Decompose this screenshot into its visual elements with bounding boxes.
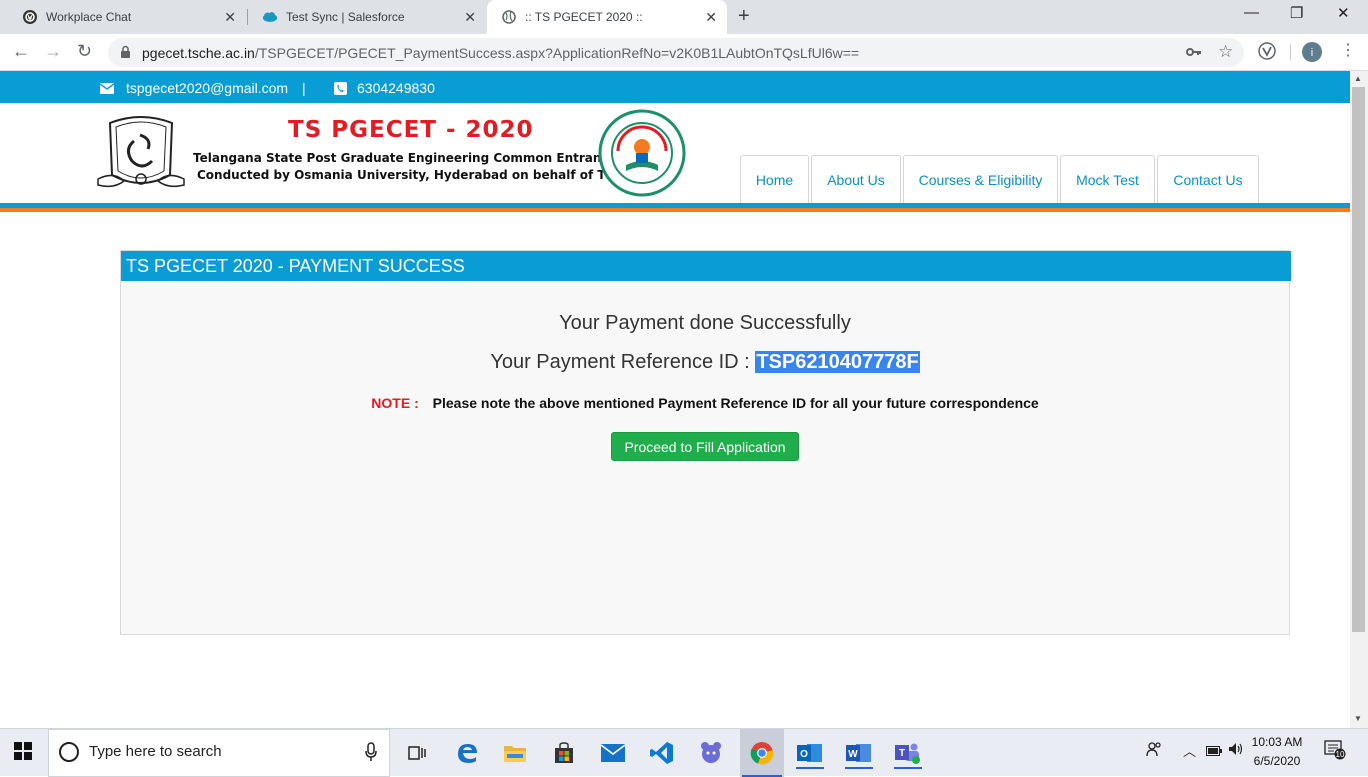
volume-icon[interactable] xyxy=(1228,741,1244,760)
contact-phone[interactable]: 6304249830 xyxy=(334,80,435,96)
task-view-icon[interactable] xyxy=(402,737,434,769)
back-arrow-icon[interactable]: ← xyxy=(12,41,30,62)
tab-title: :: TS PGECET 2020 :: xyxy=(525,10,643,24)
microphone-icon[interactable] xyxy=(365,742,377,767)
clock-date: 6/5/2020 xyxy=(1253,754,1301,768)
new-tab-icon[interactable]: + xyxy=(738,5,750,28)
url-text: pgecet.tsche.ac.in/TSPGECET/PGECET_Payme… xyxy=(142,45,859,61)
note-text: Please note the above mentioned Payment … xyxy=(432,395,1039,411)
close-icon[interactable]: ✕ xyxy=(224,9,236,26)
outlook-icon[interactable]: O xyxy=(794,737,826,769)
nav-home[interactable]: Home xyxy=(740,155,809,204)
svg-text:T: T xyxy=(899,748,905,759)
contact-separator: | xyxy=(302,80,306,96)
url-host: pgecet.tsche.ac.in xyxy=(142,45,255,61)
tab-title: Workplace Chat xyxy=(46,10,132,24)
contact-strip: tspgecet2020@gmail.com | 6304249830 xyxy=(0,71,1350,103)
salesforce-icon xyxy=(262,9,278,25)
search-placeholder: Type here to search xyxy=(89,743,222,760)
payment-success-message: Your Payment done Successfully xyxy=(559,312,851,334)
svg-text:W: W xyxy=(848,749,858,760)
running-app-indicator xyxy=(845,767,873,769)
phone-text: 6304249830 xyxy=(357,80,435,96)
tab-workplace-chat[interactable]: Workplace Chat ✕ xyxy=(8,0,246,34)
site-subtitle-conducted: Conducted by Osmania University, Hyderab… xyxy=(197,168,642,182)
toolbar-divider xyxy=(1290,44,1291,60)
file-explorer-icon[interactable] xyxy=(499,737,531,769)
tab-pgecet-active[interactable]: :: TS PGECET 2020 :: ✕ xyxy=(487,0,727,34)
globe-icon xyxy=(501,9,517,25)
reference-id[interactable]: TSP6210407778F xyxy=(755,351,920,373)
tab-title: Test Sync | Salesforce xyxy=(286,10,405,24)
clock-time: 10:03 AM xyxy=(1251,735,1303,749)
svg-text:O: O xyxy=(800,749,808,760)
header-divider-orange xyxy=(0,208,1350,212)
scroll-up-icon[interactable]: ▲ xyxy=(1354,74,1362,83)
site-subtitle: Telangana State Post Graduate Engineerin… xyxy=(193,151,649,165)
minimize-icon[interactable]: — xyxy=(1244,4,1259,21)
close-icon[interactable]: ✕ xyxy=(705,9,717,26)
osmania-university-logo[interactable] xyxy=(94,115,188,200)
vimeo-extension-icon[interactable] xyxy=(1258,42,1276,65)
nav-courses-eligibility[interactable]: Courses & Eligibility xyxy=(903,155,1058,204)
scroll-down-icon[interactable]: ▼ xyxy=(1354,714,1362,723)
running-app-indicator xyxy=(894,767,922,769)
workplace-icon xyxy=(22,9,38,25)
chrome-taskbar-icon[interactable] xyxy=(740,729,784,777)
reload-icon[interactable]: ↻ xyxy=(77,41,92,62)
show-hidden-icons-icon[interactable]: ︿ xyxy=(1183,741,1196,760)
lock-icon xyxy=(120,45,131,64)
mail-icon[interactable] xyxy=(597,737,629,769)
notification-count: 10 xyxy=(1335,750,1345,759)
nav-about-us[interactable]: About Us xyxy=(811,155,901,204)
nav-mock-test[interactable]: Mock Test xyxy=(1060,155,1155,204)
phone-icon xyxy=(334,81,347,95)
restore-icon[interactable]: ❐ xyxy=(1290,4,1303,22)
web-page: tspgecet2020@gmail.com | 6304249830 TS P… xyxy=(0,71,1350,728)
address-bar[interactable]: pgecet.tsche.ac.in/TSPGECET/PGECET_Payme… xyxy=(108,38,1244,67)
store-icon[interactable] xyxy=(548,737,580,769)
panel-heading: TS PGECET 2020 - PAYMENT SUCCESS xyxy=(121,251,1291,281)
vscode-icon[interactable] xyxy=(646,737,678,769)
close-icon[interactable]: ✕ xyxy=(464,9,476,26)
edge-icon[interactable] xyxy=(451,737,483,769)
app-bear-icon[interactable] xyxy=(695,737,727,769)
window-close-icon[interactable]: ✕ xyxy=(1337,4,1350,22)
battery-icon[interactable] xyxy=(1206,743,1222,759)
note-line: NOTE : Please note the above mentioned P… xyxy=(121,395,1289,411)
email-text: tspgecet2020@gmail.com xyxy=(126,80,289,96)
menu-dots-icon[interactable]: ⋮ xyxy=(1340,40,1356,60)
browser-tab-bar: Workplace Chat ✕ Test Sync | Salesforce … xyxy=(0,0,1368,34)
contact-email[interactable]: tspgecet2020@gmail.com xyxy=(100,80,288,96)
url-path: /TSPGECET/PGECET_PaymentSuccess.aspx?App… xyxy=(254,45,860,61)
envelope-icon xyxy=(100,82,114,94)
scrollbar-thumb[interactable] xyxy=(1352,87,1365,632)
people-icon[interactable] xyxy=(1146,741,1162,760)
reference-label: Your Payment Reference ID : xyxy=(490,351,750,373)
tab-salesforce[interactable]: Test Sync | Salesforce ✕ xyxy=(248,0,486,34)
site-title: TS PGECET - 2020 xyxy=(288,117,534,143)
profile-avatar-icon[interactable]: i xyxy=(1301,41,1323,68)
svg-text:i: i xyxy=(1311,47,1313,59)
browser-toolbar: ← → ↻ pgecet.tsche.ac.in/TSPGECET/PGECET… xyxy=(0,34,1368,71)
note-label: NOTE : xyxy=(371,395,419,411)
cortana-icon xyxy=(59,742,79,762)
payment-reference-line: Your Payment Reference ID : TSP621040777… xyxy=(121,351,1289,374)
forward-arrow-icon[interactable]: → xyxy=(44,41,62,62)
tsche-logo[interactable] xyxy=(598,109,686,202)
teams-icon[interactable]: T xyxy=(892,737,924,769)
star-icon[interactable]: ☆ xyxy=(1218,42,1233,62)
notification-center-icon[interactable]: 10 xyxy=(1324,740,1346,763)
word-icon[interactable]: W xyxy=(843,737,875,769)
proceed-to-fill-application-button[interactable]: Proceed to Fill Application xyxy=(611,432,799,461)
windows-taskbar: Type here to search O W T ︿ 10:03 AM 6/5… xyxy=(0,728,1368,777)
page-scrollbar[interactable]: ▲ ▼ xyxy=(1350,71,1368,728)
taskbar-search-box[interactable]: Type here to search xyxy=(48,729,390,777)
key-icon[interactable] xyxy=(1186,44,1202,61)
windows-start-icon[interactable] xyxy=(14,742,32,765)
running-app-indicator xyxy=(796,767,824,769)
payment-success-panel: TS PGECET 2020 - PAYMENT SUCCESS Your Pa… xyxy=(120,250,1291,635)
nav-contact-us[interactable]: Contact Us xyxy=(1157,155,1259,204)
system-clock[interactable]: 10:03 AM 6/5/2020 xyxy=(1246,733,1308,771)
